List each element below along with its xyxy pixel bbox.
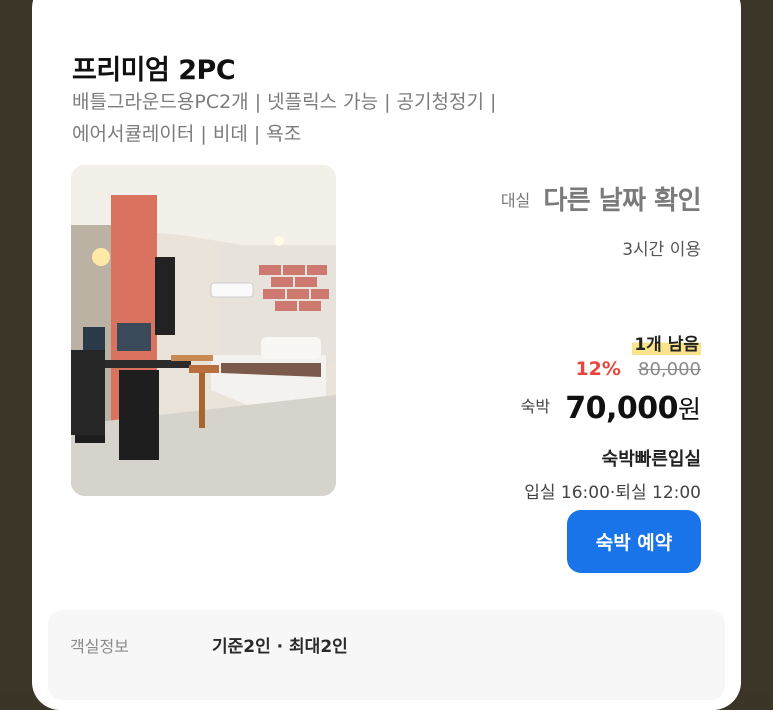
amenities-line-1: 배틀그라운드용PC2개 | 넷플릭스 가능 | 공기청정기 |	[72, 91, 497, 113]
dayuse-duration: 3시간 이용	[622, 240, 701, 260]
dayuse-section: 대실 다른 날짜 확인	[500, 180, 702, 217]
room-title: 프리미엄 2PC	[72, 55, 236, 86]
backdrop-left	[0, 0, 34, 690]
stock-badge: 1개 남음	[632, 330, 701, 355]
dayuse-label: 대실	[500, 191, 531, 210]
original-price: 80,000	[638, 359, 701, 380]
early-checkin-title: 숙박빠른입실	[601, 449, 701, 470]
discount-row: 12% 80,000	[575, 358, 701, 380]
discount-rate: 12%	[575, 358, 621, 380]
stay-label: 숙박	[520, 397, 551, 416]
room-info-bar[interactable]: 객실정보 기준2인 · 최대2인	[48, 610, 725, 700]
book-stay-button[interactable]: 숙박 예약	[567, 510, 701, 573]
room-capacity: 기준2인 · 최대2인	[212, 637, 348, 657]
checkin-times: 입실 16:00·퇴실 12:00	[524, 483, 701, 503]
dayuse-other-date-link[interactable]: 다른 날짜 확인	[543, 186, 701, 216]
currency-unit: 원	[677, 395, 701, 424]
stay-price-row: 숙박 70,000원	[521, 390, 701, 426]
backdrop-right	[739, 0, 773, 690]
room-photo-illustration	[71, 165, 336, 496]
room-info-label: 객실정보	[70, 637, 129, 656]
amenities-line-2: 에어서큘레이터 | 비데 | 욕조	[72, 123, 302, 145]
room-photo[interactable]	[71, 165, 336, 496]
stay-price: 70,000	[565, 391, 678, 426]
room-amenities: 배틀그라운드용PC2개 | 넷플릭스 가능 | 공기청정기 | 에어서큘레이터 …	[72, 86, 602, 150]
room-card: 프리미엄 2PC 배틀그라운드용PC2개 | 넷플릭스 가능 | 공기청정기 |…	[32, 0, 741, 710]
